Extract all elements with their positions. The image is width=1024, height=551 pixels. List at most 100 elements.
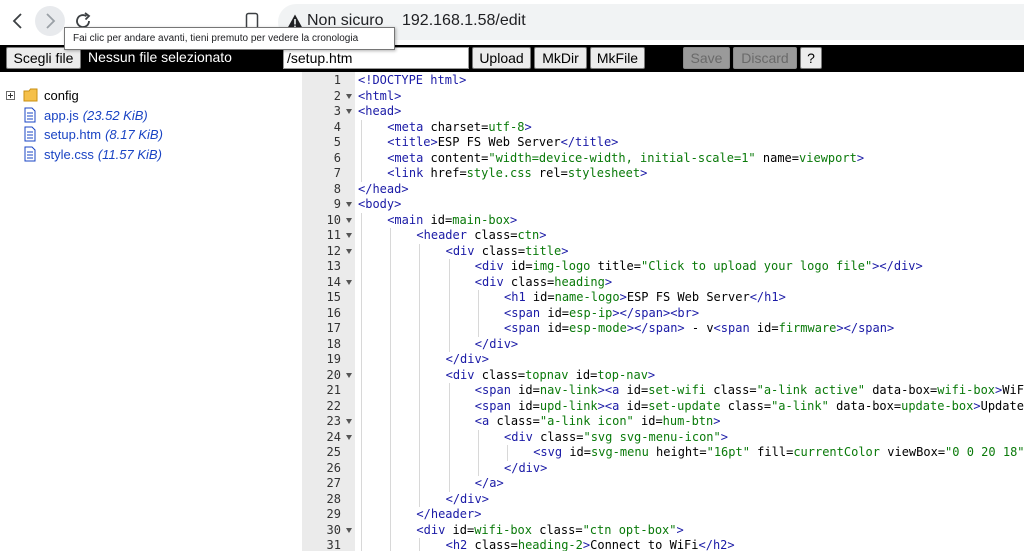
code-line[interactable]: <span id=esp-mode></span> - v<span id=fi… bbox=[504, 321, 894, 337]
file-tree: config app.js (23.52 KiB) setup.htm (8.1… bbox=[0, 72, 301, 551]
code-token: > bbox=[561, 243, 569, 258]
code-line[interactable]: <div class=title> bbox=[446, 244, 569, 260]
code-line[interactable]: <!DOCTYPE html> bbox=[358, 73, 466, 89]
tree-file-app-js[interactable]: app.js (23.52 KiB) bbox=[22, 106, 148, 124]
code-line[interactable]: <div class="svg svg-menu-icon"> bbox=[504, 430, 728, 446]
code-line[interactable]: <a class="a-link icon" id=hum-btn> bbox=[475, 414, 721, 430]
code-line[interactable]: <span id=nav-link><a id=set-wifi class="… bbox=[475, 383, 1024, 399]
gutter-row: 17 bbox=[302, 321, 355, 337]
code-line[interactable]: </div> bbox=[475, 337, 518, 353]
code-line[interactable]: <svg id=svg-menu height="16pt" fill=curr… bbox=[533, 445, 1024, 461]
gutter-row: 22 bbox=[302, 399, 355, 415]
code-token: id= bbox=[532, 290, 555, 304]
code-line[interactable]: <div class=heading> bbox=[475, 275, 612, 291]
code-line[interactable]: <div id=wifi-box class="ctn opt-box"> bbox=[416, 523, 683, 539]
line-number: 27 bbox=[326, 476, 341, 490]
save-button[interactable]: Save bbox=[683, 47, 730, 69]
code-line[interactable]: <meta charset=utf-8> bbox=[387, 120, 532, 136]
code-line[interactable]: </header> bbox=[416, 507, 481, 523]
discard-button[interactable]: Discard bbox=[733, 47, 797, 69]
code-token: top-nav bbox=[597, 367, 648, 382]
browser-toolbar: Non sicuro 192.168.1.58/edit Fai clic pe… bbox=[0, 0, 1024, 50]
code-line[interactable]: <h1 id=name-logo>ESP FS Web Server</h1> bbox=[504, 290, 786, 306]
code-token: ></span> bbox=[836, 321, 895, 335]
code-line[interactable]: <html> bbox=[358, 89, 401, 105]
code-token: topnav bbox=[525, 367, 569, 382]
file-name: style.css bbox=[44, 146, 94, 162]
gutter-row: 16 bbox=[302, 306, 355, 322]
help-button[interactable]: ? bbox=[800, 47, 822, 69]
code-line[interactable]: <span id=esp-ip></span><br> bbox=[504, 306, 699, 322]
line-number: 1 bbox=[333, 73, 341, 87]
code-line[interactable]: <meta content="width=device-width, initi… bbox=[387, 151, 864, 167]
fold-arrow-icon[interactable] bbox=[346, 202, 352, 207]
code-token: > bbox=[713, 414, 721, 428]
code-line[interactable]: <main id=main-box> bbox=[387, 213, 517, 229]
code-line[interactable]: <header class=ctn> bbox=[416, 228, 546, 244]
url-text[interactable]: 192.168.1.58/edit bbox=[402, 12, 526, 30]
upload-button[interactable]: Upload bbox=[472, 47, 531, 69]
code-line[interactable]: <div class=topnav id=top-nav> bbox=[446, 368, 656, 384]
code-line[interactable]: <title>ESP FS Web Server</title> bbox=[387, 135, 618, 151]
fold-arrow-icon[interactable] bbox=[346, 248, 352, 254]
code-line[interactable]: </div> bbox=[446, 352, 489, 368]
gutter-row: 20 bbox=[302, 368, 355, 384]
fold-arrow-icon[interactable] bbox=[346, 279, 352, 285]
fold-arrow-icon[interactable] bbox=[346, 372, 352, 378]
indent-guide bbox=[419, 243, 421, 507]
code-token: <title> bbox=[387, 135, 438, 149]
gutter-row: 14 bbox=[302, 275, 355, 291]
fold-arrow-icon[interactable] bbox=[346, 93, 352, 99]
path-input[interactable] bbox=[283, 47, 469, 69]
chevron-right-icon bbox=[46, 13, 56, 29]
code-line[interactable]: </head> bbox=[358, 182, 409, 198]
fold-arrow-icon[interactable] bbox=[346, 527, 352, 533]
fold-arrow-icon[interactable] bbox=[346, 233, 352, 238]
code-token: id= bbox=[626, 398, 649, 413]
fold-arrow-icon[interactable] bbox=[346, 419, 352, 424]
code-token: Connect to WiFi bbox=[590, 538, 699, 551]
fold-arrow-icon[interactable] bbox=[346, 217, 352, 223]
line-number: 31 bbox=[326, 538, 341, 551]
code-token: name-logo bbox=[554, 290, 620, 304]
line-number: 28 bbox=[326, 491, 341, 506]
code-token: height= bbox=[648, 445, 707, 459]
code-line[interactable]: <body> bbox=[358, 197, 401, 213]
gutter-row: 9 bbox=[302, 197, 355, 213]
forward-button[interactable] bbox=[35, 6, 65, 36]
code-token: svg-menu bbox=[591, 445, 649, 459]
code-token: id= bbox=[626, 383, 649, 397]
code-token: firmware bbox=[778, 321, 837, 335]
tree-file-setup-htm[interactable]: setup.htm (8.17 KiB) bbox=[22, 125, 163, 143]
gutter-row: 11 bbox=[302, 228, 355, 244]
fold-arrow-icon[interactable] bbox=[346, 109, 352, 114]
code-token: id= bbox=[569, 445, 591, 459]
code-token: href= bbox=[430, 166, 467, 180]
code-editor[interactable]: 1 2 3 4 5 6 7 8 9 10 11 12 13 14 15 16 17 18 19 20 21 22 23 24 2… bbox=[302, 72, 1024, 551]
code-token: update-box bbox=[901, 398, 974, 413]
code-token: set-update bbox=[648, 398, 721, 413]
code-line[interactable]: <div id=img-logo title="Click to upload … bbox=[475, 259, 923, 275]
code-line[interactable]: <link href=style.css rel=stylesheet> bbox=[387, 166, 647, 182]
tree-folder-config[interactable]: config bbox=[6, 86, 79, 104]
line-number: 21 bbox=[326, 383, 341, 397]
tree-file-style-css[interactable]: style.css (11.57 KiB) bbox=[22, 145, 162, 163]
indent-guide bbox=[507, 445, 508, 461]
code-token: <div bbox=[445, 367, 482, 382]
code-line[interactable]: </div> bbox=[504, 461, 547, 477]
line-number: 6 bbox=[333, 150, 341, 165]
back-button[interactable] bbox=[3, 6, 33, 36]
mkfile-button[interactable]: MkFile bbox=[590, 47, 645, 69]
code-token: <div bbox=[445, 243, 482, 258]
choose-file-button[interactable]: Scegli file bbox=[6, 47, 81, 69]
expand-icon[interactable] bbox=[6, 90, 15, 100]
code-line[interactable]: </a> bbox=[475, 476, 504, 492]
code-line[interactable]: <h2 class=heading-2>Connect to WiFi</h2> bbox=[446, 538, 735, 551]
mkdir-button[interactable]: MkDir bbox=[534, 47, 587, 69]
file-size: (11.57 KiB) bbox=[97, 146, 162, 162]
fold-arrow-icon[interactable] bbox=[346, 434, 352, 440]
code-line[interactable]: <span id=upd-link><a id=set-update class… bbox=[475, 399, 1024, 415]
code-line[interactable]: </div> bbox=[446, 492, 489, 508]
code-line[interactable]: <head> bbox=[358, 104, 401, 120]
line-number: 17 bbox=[326, 321, 341, 335]
